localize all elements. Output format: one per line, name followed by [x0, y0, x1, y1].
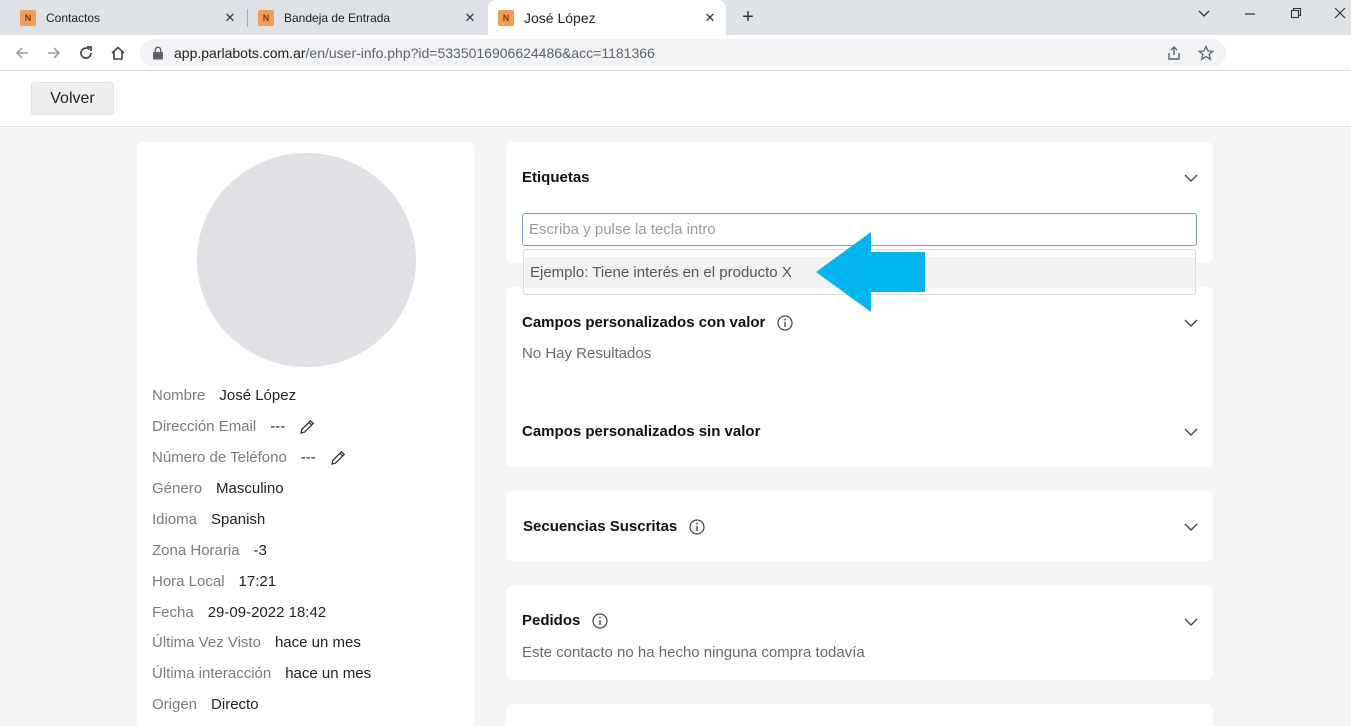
chevron-down-icon[interactable] — [1183, 614, 1199, 630]
tab-title: José López — [524, 9, 596, 26]
back-arrow-icon[interactable] — [10, 41, 34, 65]
sequences-title: Secuencias Suscritas — [523, 518, 705, 535]
profile-row-name: Nombre José López — [152, 387, 296, 404]
chevron-down-icon[interactable] — [1183, 170, 1199, 186]
chevron-down-icon[interactable] — [1183, 519, 1199, 535]
chevron-down-icon[interactable] — [1183, 315, 1199, 331]
profile-row-origin: Origen Directo — [152, 696, 259, 713]
app-header: Volver — [0, 71, 1351, 127]
profile-value: José López — [219, 387, 297, 404]
profile-label: Hora Local — [152, 573, 225, 590]
profile-row-timezone: Zona Horaria -3 — [152, 542, 267, 559]
lock-icon[interactable] — [152, 46, 166, 60]
profile-label: Última Vez Visto — [152, 634, 261, 651]
close-tab-icon[interactable]: ✕ — [702, 10, 718, 26]
favicon-icon: N — [20, 9, 36, 26]
profile-label: Fecha — [152, 604, 194, 621]
share-icon[interactable] — [1162, 41, 1186, 65]
profile-row-language: Idioma Spanish — [152, 511, 265, 528]
home-icon[interactable] — [106, 41, 130, 65]
profile-value: 29-09-2022 18:42 — [207, 604, 327, 621]
profile-row-phone: Número de Teléfono --- — [152, 449, 347, 466]
profile-row-last-interaction: Última interacción hace un mes — [152, 665, 371, 682]
profile-label: Género — [152, 480, 203, 497]
tags-title: Etiquetas — [522, 169, 590, 186]
no-results-text: No Hay Resultados — [522, 345, 652, 362]
profile-row-date: Fecha 29-09-2022 18:42 — [152, 604, 326, 621]
sequences-label: Secuencias Suscritas — [523, 518, 678, 535]
new-tab-icon[interactable]: + — [738, 7, 758, 27]
profile-value: Spanish — [211, 511, 266, 528]
edit-email-pencil-icon[interactable] — [299, 418, 316, 435]
profile-label: Nombre — [152, 387, 206, 404]
annotation-arrow-icon — [816, 232, 925, 312]
orders-card: Pedidos Este contacto no ha hecho ningun… — [506, 586, 1213, 680]
profile-value: --- — [270, 418, 286, 435]
tab-search-icon[interactable] — [1194, 6, 1214, 26]
close-window-icon[interactable] — [1330, 6, 1350, 26]
next-card — [506, 704, 1213, 726]
custom-fields-with-value-label: Campos personalizados con valor — [522, 314, 766, 331]
sequences-card: Secuencias Suscritas — [506, 491, 1213, 561]
profile-row-email: Dirección Email --- — [152, 418, 316, 435]
profile-value: 17:21 — [238, 573, 277, 590]
url-path: /en/user-info.php?id=5335016906624486&ac… — [305, 45, 655, 61]
profile-value: --- — [300, 449, 316, 466]
custom-fields-with-value-title: Campos personalizados con valor — [522, 314, 794, 331]
profile-label: Número de Teléfono — [152, 449, 287, 466]
profile-row-gender: Género Masculino — [152, 480, 284, 497]
minimize-icon[interactable] — [1240, 6, 1260, 26]
address-bar[interactable]: app.parlabots.com.ar/en/user-info.php?id… — [140, 39, 1226, 67]
orders-label: Pedidos — [522, 612, 581, 629]
close-tab-icon[interactable]: ✕ — [462, 10, 478, 26]
bookmark-star-icon[interactable] — [1194, 41, 1218, 65]
profile-row-last-seen: Última Vez Visto hace un mes — [152, 634, 361, 651]
info-icon[interactable] — [777, 314, 794, 331]
custom-fields-card: Campos personalizados con valor No Hay R… — [506, 287, 1213, 467]
profile-label: Última interacción — [152, 665, 272, 682]
url-host: app.parlabots.com.ar — [174, 45, 306, 61]
info-icon[interactable] — [592, 612, 608, 629]
profile-value: Masculino — [216, 480, 284, 497]
avatar — [197, 153, 416, 367]
info-icon[interactable] — [689, 518, 705, 535]
profile-label: Dirección Email — [152, 418, 257, 435]
browser-tab-bandeja[interactable]: N Bandeja de Entrada ✕ — [252, 0, 484, 35]
browser-tab-contactos[interactable]: N Contactos ✕ — [12, 0, 244, 35]
tab-title: Bandeja de Entrada — [284, 10, 391, 25]
reload-icon[interactable] — [74, 41, 98, 65]
browser-toolbar: app.parlabots.com.ar/en/user-info.php?id… — [0, 35, 1351, 71]
profile-card: Nombre José López Dirección Email --- Nú… — [137, 142, 474, 726]
profile-row-local-time: Hora Local 17:21 — [152, 573, 276, 590]
favicon-icon: N — [498, 9, 514, 26]
edit-phone-pencil-icon[interactable] — [330, 449, 347, 466]
profile-label: Zona Horaria — [152, 542, 240, 559]
custom-fields-without-value-title: Campos personalizados sin valor — [522, 423, 761, 440]
back-button[interactable]: Volver — [31, 82, 114, 115]
browser-tab-active[interactable]: N José López ✕ — [488, 0, 726, 35]
profile-value: hace un mes — [285, 665, 372, 682]
profile-value: hace un mes — [274, 634, 361, 651]
profile-value: -3 — [253, 542, 267, 559]
browser-tab-bar: N Contactos ✕ N Bandeja de Entrada ✕ N J… — [0, 0, 1351, 35]
orders-empty-text: Este contacto no ha hecho ninguna compra… — [522, 644, 865, 661]
url-text: app.parlabots.com.ar/en/user-info.php?id… — [174, 45, 1162, 61]
chevron-down-icon[interactable] — [1183, 424, 1199, 440]
tab-title: Contactos — [46, 10, 101, 25]
tab-separator — [247, 9, 248, 27]
restore-icon[interactable] — [1286, 6, 1306, 26]
profile-label: Idioma — [152, 511, 198, 528]
profile-label: Origen — [152, 696, 198, 713]
forward-arrow-icon[interactable] — [42, 41, 66, 65]
favicon-icon: N — [258, 9, 274, 26]
orders-title: Pedidos — [522, 612, 608, 629]
close-tab-icon[interactable]: ✕ — [222, 10, 238, 26]
profile-value: Directo — [211, 696, 259, 713]
